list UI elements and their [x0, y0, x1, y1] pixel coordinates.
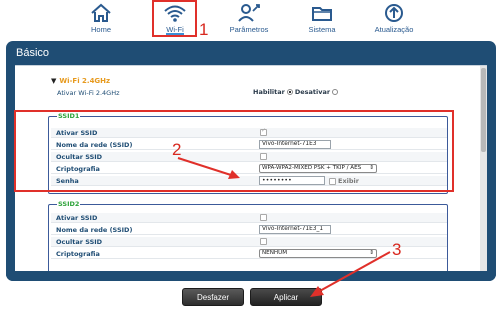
wifi-enable-radio-group: Habilitar Desativar: [253, 88, 339, 96]
undo-button[interactable]: Desfazer: [182, 288, 244, 306]
panel-title: Básico: [16, 47, 50, 59]
nav-system-label: Sistema: [308, 25, 336, 34]
ssid2-legend: SSID2: [57, 200, 81, 208]
ssid2-crypto-value: NENHUM: [262, 250, 288, 256]
scrollbar-thumb[interactable]: [481, 68, 486, 152]
ssid2-crypto-label: Criptografia: [56, 250, 100, 258]
activate-wifi-label: Ativar Wi-Fi 2.4GHz: [57, 89, 120, 97]
ssid2-activate-label: Ativar SSID: [56, 214, 98, 222]
update-icon: [385, 4, 403, 22]
nav-update-label: Atualização: [374, 25, 414, 34]
nav-home-label: Home: [90, 25, 111, 34]
top-navigation: Home Wi-Fi Parâmetros Sistema Atualizaçã…: [0, 0, 498, 38]
nav-home[interactable]: Home: [84, 0, 118, 38]
enable-label: Habilitar: [253, 88, 285, 96]
enable-radio[interactable]: [286, 89, 293, 95]
arrow-to-apply-icon: [310, 251, 391, 297]
band-title-text: Wi-Fi 2.4GHz: [59, 77, 111, 85]
ssid2-activate-checkbox[interactable]: [260, 214, 267, 221]
ssid2-name-input[interactable]: Vivo-Internet-71E3_1: [259, 225, 331, 234]
nav-update[interactable]: Atualização: [370, 0, 418, 38]
system-icon: [312, 7, 332, 21]
wifi-highlight-box: [152, 0, 197, 37]
arrow-to-password-icon: [177, 157, 240, 179]
ssid2-hide-label: Ocultar SSID: [56, 238, 103, 246]
band-title[interactable]: ▼ Wi-Fi 2.4GHz: [51, 77, 110, 85]
panel-scrollbar[interactable]: [480, 66, 487, 271]
disable-radio[interactable]: [332, 89, 339, 95]
ssid2-name-row: Nome da rede (SSID) Vivo-Internet-71E3_1: [51, 225, 447, 235]
panel-footer: [6, 271, 496, 281]
ssid2-hide-checkbox[interactable]: [260, 238, 267, 245]
nav-parameters-label: Parâmetros: [229, 25, 269, 34]
nav-parameters[interactable]: Parâmetros: [226, 0, 272, 38]
collapse-triangle-icon: ▼: [51, 77, 57, 85]
ssid2-name-label: Nome da rede (SSID): [56, 226, 133, 234]
annotation-1: 1: [199, 20, 209, 39]
ssid2-activate-row: Ativar SSID: [51, 213, 447, 223]
disable-label: Desativar: [294, 88, 331, 96]
parameters-icon: [238, 4, 260, 22]
home-icon: [91, 3, 111, 22]
router-admin-page: Home Wi-Fi Parâmetros Sistema Atualizaçã…: [0, 0, 498, 313]
nav-system[interactable]: Sistema: [304, 0, 340, 38]
